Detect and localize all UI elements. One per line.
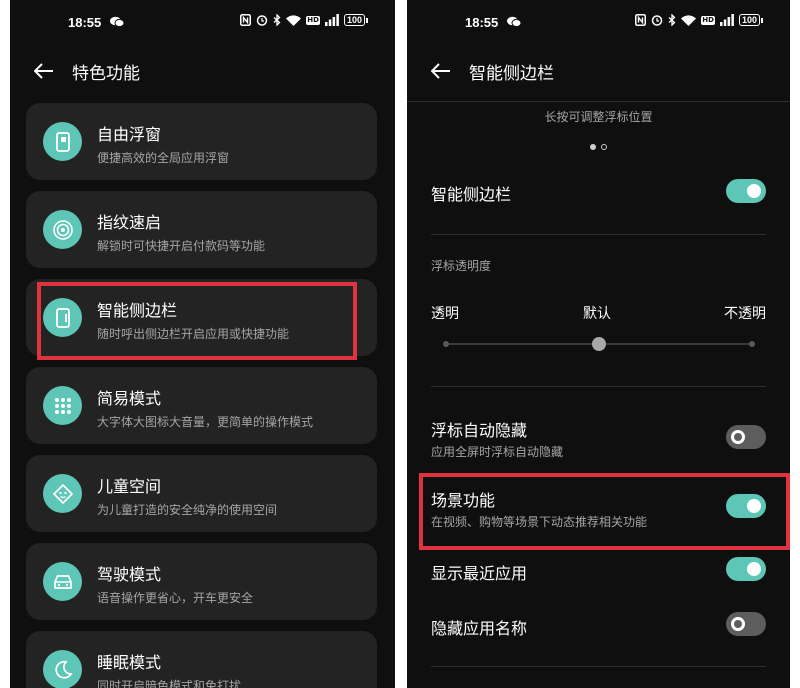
battery-indicator: 100 <box>738 14 764 26</box>
auto-hide-toggle[interactable] <box>726 425 766 449</box>
section-divider <box>431 234 766 235</box>
battery-indicator: 100 <box>343 14 369 26</box>
header-divider <box>407 101 790 102</box>
bluetooth-icon <box>273 14 281 26</box>
left-screen: 18:55 HD 100 特色功能 自由浮窗 便捷高效的全局应用浮窗 指纹速启 … <box>10 0 395 688</box>
feature-card-sleep-mode[interactable]: 睡眠模式 同时开启暗色模式和免打扰 <box>26 631 377 688</box>
page-title: 智能侧边栏 <box>469 64 554 84</box>
card-title: 指纹速启 <box>97 213 162 232</box>
card-title: 儿童空间 <box>97 477 162 496</box>
highlight-box <box>419 473 790 550</box>
alarm-icon <box>652 15 663 26</box>
opacity-mid-label: 默认 <box>583 306 611 322</box>
opacity-slider[interactable] <box>443 337 755 351</box>
card-subtitle: 为儿童打造的安全纯净的使用空间 <box>97 503 278 517</box>
card-subtitle: 同时开启暗色模式和免打扰 <box>97 679 242 688</box>
nfc-icon <box>240 14 252 26</box>
fingerprint-icon <box>43 210 82 249</box>
moon-icon <box>43 650 82 688</box>
card-title: 自由浮窗 <box>97 125 162 144</box>
page-dot-active <box>590 144 596 150</box>
status-time: 18:55 <box>68 15 102 30</box>
back-arrow-icon[interactable] <box>34 63 54 79</box>
card-title: 简易模式 <box>97 389 162 408</box>
wifi-icon <box>681 14 697 26</box>
feature-card-fingerprint[interactable]: 指纹速启 解锁时可快捷开启付款码等功能 <box>26 191 377 268</box>
slider-thumb[interactable] <box>592 337 606 351</box>
card-subtitle: 大字体大图标大音量，更简单的操作模式 <box>97 415 314 429</box>
signal-icon <box>719 14 734 26</box>
hide-app-names-toggle[interactable] <box>726 612 766 636</box>
hd-icon: HD <box>306 15 320 25</box>
grid-icon <box>43 386 82 425</box>
card-title: 驾驶模式 <box>97 565 162 584</box>
alarm-icon <box>257 15 268 26</box>
status-bar: 18:55 HD 100 <box>407 12 790 32</box>
section-divider <box>431 386 766 387</box>
page-indicator <box>590 144 607 150</box>
wechat-icon <box>507 16 521 27</box>
page-title: 特色功能 <box>72 64 140 84</box>
page-dot <box>601 144 607 150</box>
card-title: 睡眠模式 <box>97 653 162 672</box>
feature-card-floating-window[interactable]: 自由浮窗 便捷高效的全局应用浮窗 <box>26 103 377 180</box>
right-screen: 18:55 HD 100 智能侧边栏 长按可调整浮标位置 智能侧边栏 浮标透明度… <box>407 0 790 688</box>
opacity-max-label: 不透明 <box>724 306 766 322</box>
card-subtitle: 便捷高效的全局应用浮窗 <box>97 151 230 165</box>
feature-card-driving-mode[interactable]: 驾驶模式 语音操作更省心，开车更安全 <box>26 543 377 620</box>
status-time: 18:55 <box>465 15 499 30</box>
slider-tick <box>749 341 755 347</box>
auto-hide-desc: 应用全屏时浮标自动隐藏 <box>431 445 564 459</box>
feature-card-simple-mode[interactable]: 简易模式 大字体大图标大音量，更简单的操作模式 <box>26 367 377 444</box>
hide-app-names-label: 隐藏应用名称 <box>431 619 528 638</box>
sidebar-toggle[interactable] <box>726 179 766 203</box>
page-header: 特色功能 <box>10 57 395 87</box>
recent-apps-toggle[interactable] <box>726 557 766 581</box>
wifi-icon <box>286 14 302 26</box>
slider-tick <box>443 341 449 347</box>
nfc-icon <box>635 14 647 26</box>
opacity-min-label: 透明 <box>431 306 459 322</box>
child-face-icon <box>43 474 82 513</box>
wechat-icon <box>110 16 124 27</box>
card-subtitle: 语音操作更省心，开车更安全 <box>97 591 254 605</box>
card-subtitle: 解锁时可快捷开启付款码等功能 <box>97 239 266 253</box>
section-divider <box>431 666 766 667</box>
floating-window-icon <box>43 122 82 161</box>
hd-icon: HD <box>701 15 715 25</box>
car-icon <box>43 562 82 601</box>
opacity-section-label: 浮标透明度 <box>431 259 492 273</box>
sidebar-toggle-label: 智能侧边栏 <box>431 185 512 204</box>
auto-hide-label: 浮标自动隐藏 <box>431 421 528 440</box>
feature-card-kids-space[interactable]: 儿童空间 为儿童打造的安全纯净的使用空间 <box>26 455 377 532</box>
bluetooth-icon <box>668 14 676 26</box>
recent-apps-label: 显示最近应用 <box>431 564 528 583</box>
status-bar: 18:55 HD 100 <box>10 12 395 32</box>
back-arrow-icon[interactable] <box>431 63 451 79</box>
page-header: 智能侧边栏 <box>407 57 790 87</box>
preview-hint: 长按可调整浮标位置 <box>544 110 653 124</box>
signal-icon <box>324 14 339 26</box>
highlight-box <box>37 282 357 360</box>
